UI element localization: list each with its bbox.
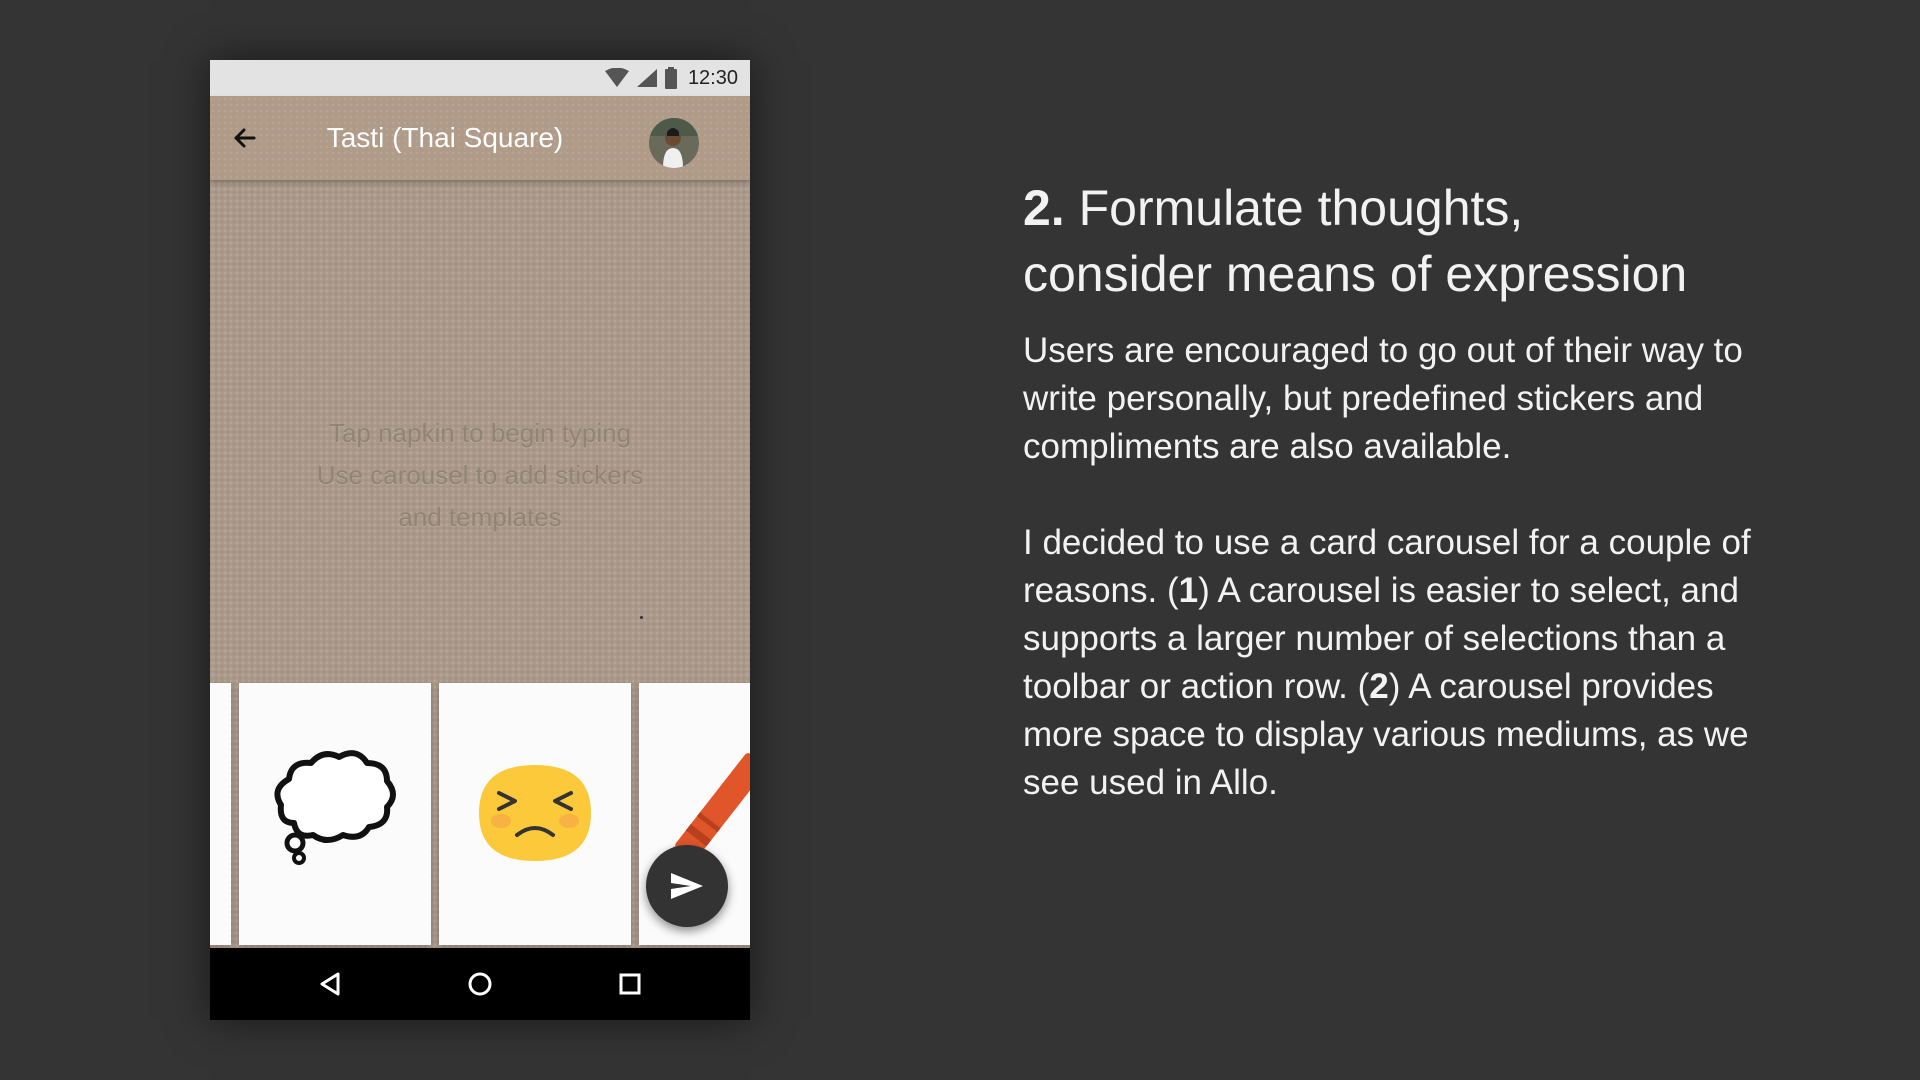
app-bar: Tasti (Thai Square) [210, 96, 750, 180]
heading-line1: Formulate thoughts, [1078, 180, 1524, 236]
home-circle-icon[interactable] [462, 966, 498, 1002]
status-time: 12:30 [687, 66, 738, 89]
back-triangle-icon[interactable] [312, 966, 348, 1002]
app-bar-title: Tasti (Thai Square) [326, 122, 564, 153]
description-panel: 2. Formulate thoughts, consider means of… [1023, 175, 1783, 807]
hint-line: Use carousel to add stickers [316, 460, 644, 490]
frustrated-face-icon [479, 765, 591, 861]
status-icons: 12:30 [604, 66, 738, 90]
napkin-hint: Tap napkin to begin typing Use carousel … [280, 412, 680, 538]
phone-mockup: 12:30 Tasti (Thai Square) Tap napkin to … [210, 60, 750, 1020]
hint-line: Tap napkin to begin typing [328, 418, 632, 448]
thought-bubble-icon [274, 750, 396, 865]
signal-icon [636, 69, 657, 87]
send-button[interactable] [646, 845, 728, 927]
paragraph-intro: Users are encouraged to go out of their … [1023, 331, 1743, 466]
step-heading: 2. Formulate thoughts, consider means of… [1023, 175, 1783, 307]
step-number: 2. [1023, 180, 1065, 236]
battery-icon [664, 67, 677, 89]
cursor-dot [640, 616, 643, 619]
system-nav-bar [210, 948, 750, 1020]
send-icon [671, 873, 703, 899]
carousel-card-face[interactable] [439, 683, 631, 945]
heading-line2: consider means of expression [1023, 246, 1688, 302]
reason-number-2: 2 [1369, 667, 1389, 706]
recents-square-icon[interactable] [612, 966, 648, 1002]
paragraph-reasons: I decided to use a card carousel for a c… [1023, 519, 1783, 807]
avatar-photo-icon [649, 118, 699, 168]
avatar[interactable] [649, 118, 699, 168]
hint-line: and templates [398, 502, 562, 532]
reason-number-1: 1 [1178, 571, 1199, 610]
wifi-icon [604, 68, 629, 87]
carousel-card-blank[interactable] [210, 683, 231, 945]
carousel-card-thought-bubble[interactable] [239, 683, 431, 945]
status-bar: 12:30 [210, 60, 750, 96]
